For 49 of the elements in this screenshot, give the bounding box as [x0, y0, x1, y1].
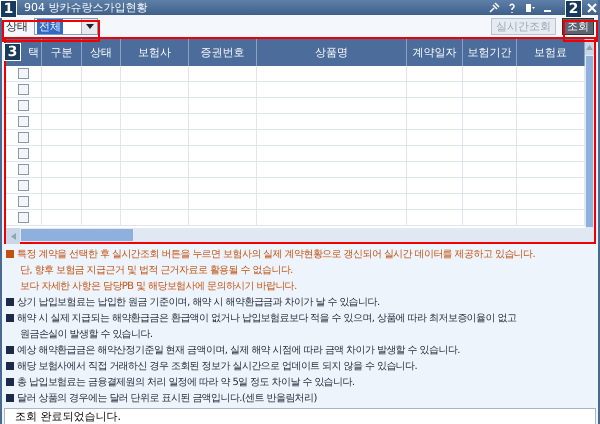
- bullet-icon: [6, 378, 14, 386]
- bullet-icon: [6, 346, 14, 354]
- notice-text: 특정 계약을 선택한 후 실시간조회 버튼을 누르면 보험사의 실제 계약현황으로 갱신되어 실시간 데이터를 제공하고 있습니다.: [17, 248, 536, 261]
- column-header[interactable]: 택: [28, 45, 39, 60]
- callout-badge: 1: [0, 0, 17, 18]
- row-checkbox[interactable]: [18, 68, 29, 79]
- vertical-scrollbar[interactable]: [585, 39, 594, 228]
- column-header[interactable]: 보험기간: [468, 45, 512, 60]
- row-checkbox[interactable]: [18, 148, 29, 159]
- notice-text: 총 납입보험료는 금융결제원의 처리 일정에 따라 약 5일 정도 차이날 수 있습니다.: [17, 376, 355, 389]
- row-checkbox[interactable]: [18, 132, 29, 143]
- column-header[interactable]: 상품명: [315, 45, 348, 60]
- horizontal-scrollbar[interactable]: [6, 228, 594, 242]
- row-checkbox[interactable]: [18, 84, 29, 95]
- notice-text: 단, 향후 보험금 지급근거 및 법적 근거자료로 활용될 수 없습니다.: [20, 264, 293, 277]
- notice-text: 예상 해약환급금은 해약산정기준일 현재 금액이며, 실제 해약 시점에 따라 금액 차이가 발생할 수 있습니다.: [17, 344, 460, 357]
- notice-text: 해당 보험사에서 직접 거래하신 경우 조회된 정보가 실시간으로 업데이트 되지 않을 수 있습니다.: [17, 360, 418, 373]
- column-header[interactable]: 구분: [50, 45, 72, 60]
- scroll-left-icon[interactable]: [10, 232, 16, 240]
- column-header[interactable]: 보험사: [138, 45, 171, 60]
- row-checkbox[interactable]: [18, 180, 29, 191]
- notice-text: 보다 자세한 사항은 담당PB 및 해당보험사에 문의하시기 바랍니다.: [20, 280, 297, 293]
- column-header[interactable]: 계약일자: [412, 45, 456, 60]
- callout-badge: 2: [565, 0, 582, 18]
- row-checkbox[interactable]: [18, 196, 29, 207]
- pin-icon[interactable]: [488, 2, 500, 14]
- notice-text: 상기 납입보험료는 납입한 원금 기준이며, 해약 시 해약환급금과 차이가 날 수 있습니다.: [17, 296, 380, 309]
- bullet-icon: [6, 362, 14, 370]
- notice-text: 원금손실이 발생할 수 있습니다.: [20, 328, 153, 341]
- notice-text: 달러 상품의 경우에는 달러 단위로 표시된 금액입니다.(센트 반올림처리): [17, 392, 317, 405]
- bullet-icon: [6, 314, 14, 322]
- bullet-icon: [6, 250, 14, 258]
- window-title: 904 방카슈랑스가입현황: [24, 0, 148, 15]
- bullet-icon: [6, 298, 14, 306]
- scroll-up-icon[interactable]: [586, 44, 593, 50]
- bullet-icon: [6, 394, 14, 402]
- row-checkbox[interactable]: [18, 212, 29, 223]
- column-header[interactable]: 보험료: [534, 45, 567, 60]
- column-header[interactable]: 상태: [90, 45, 112, 60]
- notice-text: 해약 시 실제 지급되는 해약환급금은 환급액이 없거나 납입보험료보다 적을 수 있으며, 상품에 따라 최저보증이율이 없고: [17, 312, 516, 325]
- device-icon[interactable]: [524, 2, 536, 14]
- row-checkbox[interactable]: [18, 116, 29, 127]
- close-icon[interactable]: [586, 2, 598, 14]
- column-header[interactable]: 증권번호: [200, 45, 244, 60]
- callout-badge: 3: [4, 43, 21, 61]
- status-bar: 조회 완료되었습니다.: [4, 408, 596, 424]
- row-checkbox[interactable]: [18, 164, 29, 175]
- status-label: 상태: [6, 18, 28, 34]
- row-checkbox[interactable]: [18, 100, 29, 111]
